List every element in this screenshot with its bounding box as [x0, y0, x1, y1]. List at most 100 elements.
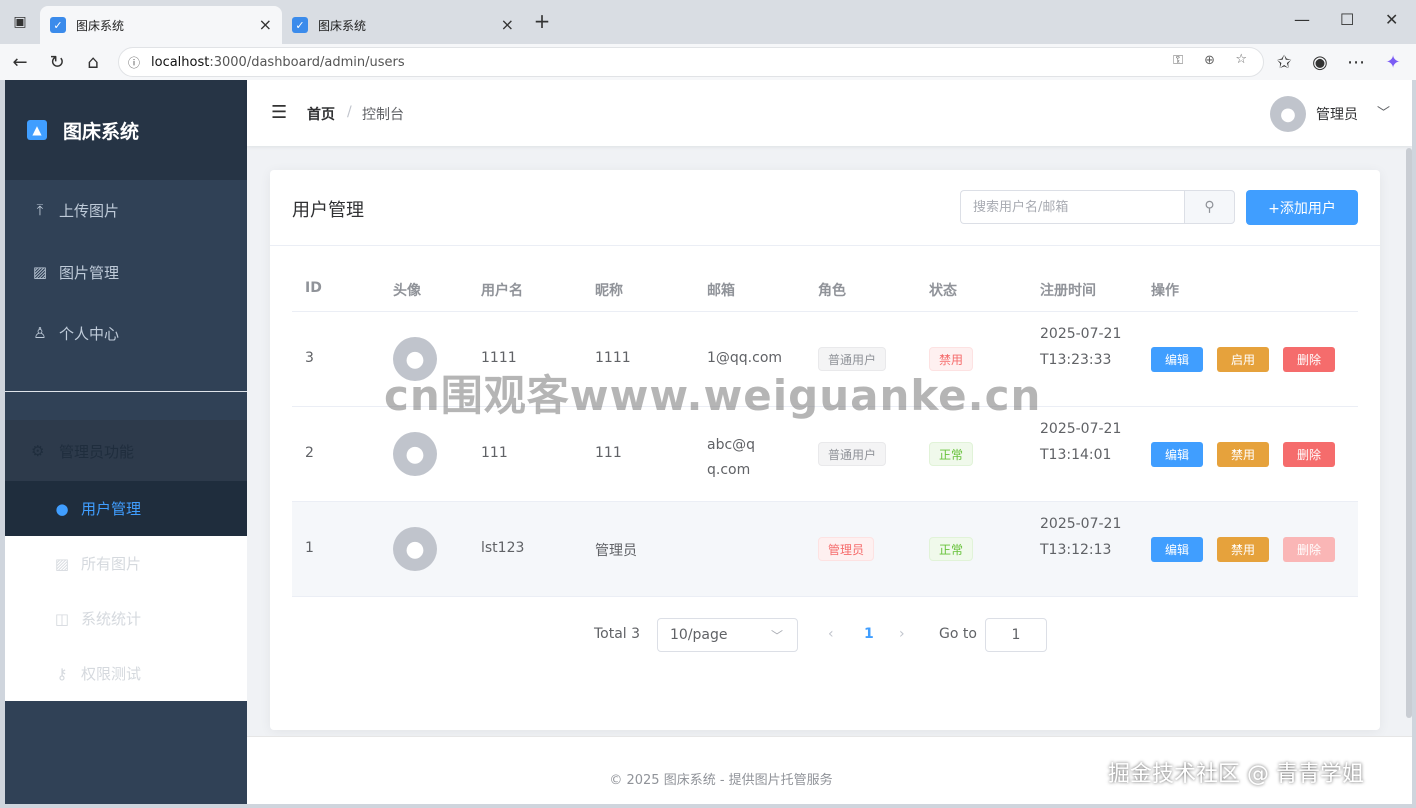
- close-tab-icon[interactable]: ×: [501, 15, 514, 34]
- search-input[interactable]: [960, 190, 1186, 224]
- corner-watermark: 掘金技术社区 @ 青青学姐: [1108, 762, 1364, 787]
- info-icon[interactable]: ⓘ: [128, 54, 140, 71]
- edit-button[interactable]: 编辑: [1151, 442, 1203, 467]
- goto-page-input[interactable]: [985, 618, 1047, 652]
- browser-tab-1[interactable]: ✓ 图床系统 ×: [40, 6, 282, 44]
- sidebar: ▲ 图床系统 ⤒ 上传图片 ▨ 图片管理 ♙ 个人中心 ⚙ 管理员功能 ● 用户…: [5, 80, 247, 804]
- tab-actions-icon[interactable]: ▣: [8, 10, 32, 34]
- page-size-select[interactable]: 10/page ﹀: [657, 618, 798, 652]
- footer-text: © 2025 图床系统 - 提供图片托管服务: [609, 773, 833, 788]
- picture-icon: ▨: [54, 554, 70, 573]
- logo[interactable]: ▲ 图床系统: [5, 80, 247, 180]
- breadcrumb-separator: /: [347, 104, 352, 120]
- sidebar-subitem-label: 权限测试: [81, 665, 142, 683]
- back-icon[interactable]: ←: [8, 50, 32, 74]
- page-number[interactable]: 1: [864, 626, 874, 642]
- cell-nickname: 111: [595, 445, 622, 461]
- cell-register-time: 2025-07-21T13:23:33: [1040, 326, 1122, 368]
- reload-icon[interactable]: ↻: [45, 50, 69, 74]
- avatar: ●: [393, 527, 437, 571]
- column-header: 状态: [929, 283, 957, 299]
- sidebar-subitem-label: 所有图片: [81, 555, 142, 573]
- user-avatar[interactable]: ●: [1270, 96, 1306, 132]
- toggle-status-button[interactable]: 禁用: [1217, 537, 1269, 562]
- zoom-icon[interactable]: ⊕: [1204, 53, 1215, 68]
- logo-image-icon: ▲: [27, 120, 47, 140]
- copilot-icon[interactable]: ✦: [1381, 50, 1405, 74]
- profile-icon[interactable]: ◉: [1308, 50, 1332, 74]
- search-button[interactable]: ⚲: [1184, 190, 1235, 224]
- close-window-icon[interactable]: ✕: [1385, 10, 1398, 29]
- sidebar-divider: [5, 391, 247, 392]
- favorites-icon[interactable]: ✩: [1272, 50, 1296, 74]
- add-user-button[interactable]: +添加用户: [1246, 190, 1358, 225]
- toggle-status-button[interactable]: 启用: [1217, 347, 1269, 372]
- delete-button: 删除: [1283, 537, 1335, 562]
- cell-id: 2: [305, 445, 314, 461]
- column-header: 昵称: [595, 283, 623, 299]
- browser-tab-title: 图床系统: [318, 18, 367, 33]
- card-header: 用户管理 ⚲ +添加用户: [270, 170, 1380, 246]
- minimize-icon[interactable]: —: [1294, 10, 1310, 29]
- delete-button[interactable]: 删除: [1283, 347, 1335, 372]
- url-host: localhost: [151, 54, 210, 70]
- sidebar-subitem-users[interactable]: ● 用户管理: [5, 481, 247, 536]
- menu-toggle-icon[interactable]: ☰: [271, 102, 287, 123]
- star-icon[interactable]: ☆: [1235, 52, 1247, 67]
- url-path: :3000/dashboard/admin/users: [209, 54, 405, 70]
- page-size-value: 10/page: [670, 627, 728, 643]
- breadcrumb-home[interactable]: 首页: [307, 104, 335, 124]
- cell-username: 111: [481, 445, 508, 461]
- sidebar-group-label: 管理员功能: [59, 442, 135, 461]
- column-header: 角色: [818, 283, 846, 299]
- user-icon: ♙: [33, 324, 47, 342]
- new-tab-icon[interactable]: +: [530, 9, 554, 33]
- sidebar-subitem-all-images[interactable]: ▨ 所有图片: [5, 536, 247, 591]
- table-row: 1 ● lst123 管理员 管理员 正常 2025-07-21T13:12:1…: [292, 502, 1358, 597]
- user-name[interactable]: 管理员: [1316, 104, 1358, 124]
- close-tab-icon[interactable]: ×: [259, 15, 272, 34]
- image-icon: ▨: [32, 263, 48, 281]
- browser-tab-2[interactable]: ✓ 图床系统 ×: [282, 6, 524, 44]
- delete-button[interactable]: 删除: [1283, 442, 1335, 467]
- status-badge: 正常: [929, 442, 974, 466]
- next-page-icon[interactable]: ›: [899, 626, 905, 642]
- sidebar-item-label: 上传图片: [59, 201, 120, 220]
- edit-button[interactable]: 编辑: [1151, 347, 1203, 372]
- goto-label: Go to: [939, 626, 977, 642]
- maximize-icon[interactable]: ☐: [1340, 10, 1354, 29]
- table-header: ID 头像 用户名 昵称 邮箱 角色 状态 注册时间 操作: [292, 264, 1358, 312]
- sidebar-group-admin[interactable]: ⚙ 管理员功能: [5, 420, 247, 482]
- top-header: ☰ 首页 / 控制台 ● 管理员 ﹀: [247, 80, 1412, 146]
- url-field[interactable]: ⓘ localhost:3000/dashboard/admin/users ⚿…: [118, 47, 1264, 77]
- chevron-down-icon: ﹀: [770, 629, 783, 643]
- sidebar-subitem-permissions[interactable]: ⚷ 权限测试: [5, 646, 247, 701]
- cell-register-time: 2025-07-21T13:14:01: [1040, 421, 1122, 463]
- edit-button[interactable]: 编辑: [1151, 537, 1203, 562]
- sidebar-subitem-label: 系统统计: [81, 610, 142, 628]
- toggle-status-button[interactable]: 禁用: [1217, 442, 1269, 467]
- key-icon[interactable]: ⚿: [1173, 53, 1183, 68]
- checkbox-favicon-icon: ✓: [292, 17, 308, 33]
- column-header: 头像: [393, 283, 421, 299]
- page-title: 用户管理: [292, 200, 364, 221]
- cell-email: abc@qq.com: [707, 437, 756, 478]
- logo-text: 图床系统: [63, 120, 140, 143]
- chart-icon: ◫: [54, 609, 70, 628]
- home-icon[interactable]: ⌂: [81, 50, 105, 74]
- sidebar-subitem-stats[interactable]: ◫ 系统统计: [5, 591, 247, 646]
- user-icon: ●: [55, 499, 69, 518]
- scrollbar[interactable]: [1406, 148, 1412, 718]
- role-badge: 管理员: [818, 537, 875, 561]
- sidebar-subitem-label: 用户管理: [81, 500, 142, 518]
- more-icon[interactable]: ⋯: [1344, 50, 1368, 74]
- upload-icon: ⤒: [36, 201, 44, 219]
- avatar: ●: [393, 432, 437, 476]
- chevron-down-icon[interactable]: ﹀: [1377, 102, 1390, 121]
- sidebar-item-upload[interactable]: ⤒ 上传图片: [5, 179, 247, 241]
- browser-addressbar: ← ↻ ⌂ ⓘ localhost:3000/dashboard/admin/u…: [0, 44, 1416, 80]
- sidebar-item-profile[interactable]: ♙ 个人中心: [5, 302, 247, 364]
- prev-page-icon[interactable]: ‹: [828, 626, 834, 642]
- pagination-total: Total 3: [594, 626, 641, 642]
- sidebar-item-images[interactable]: ▨ 图片管理: [5, 241, 247, 303]
